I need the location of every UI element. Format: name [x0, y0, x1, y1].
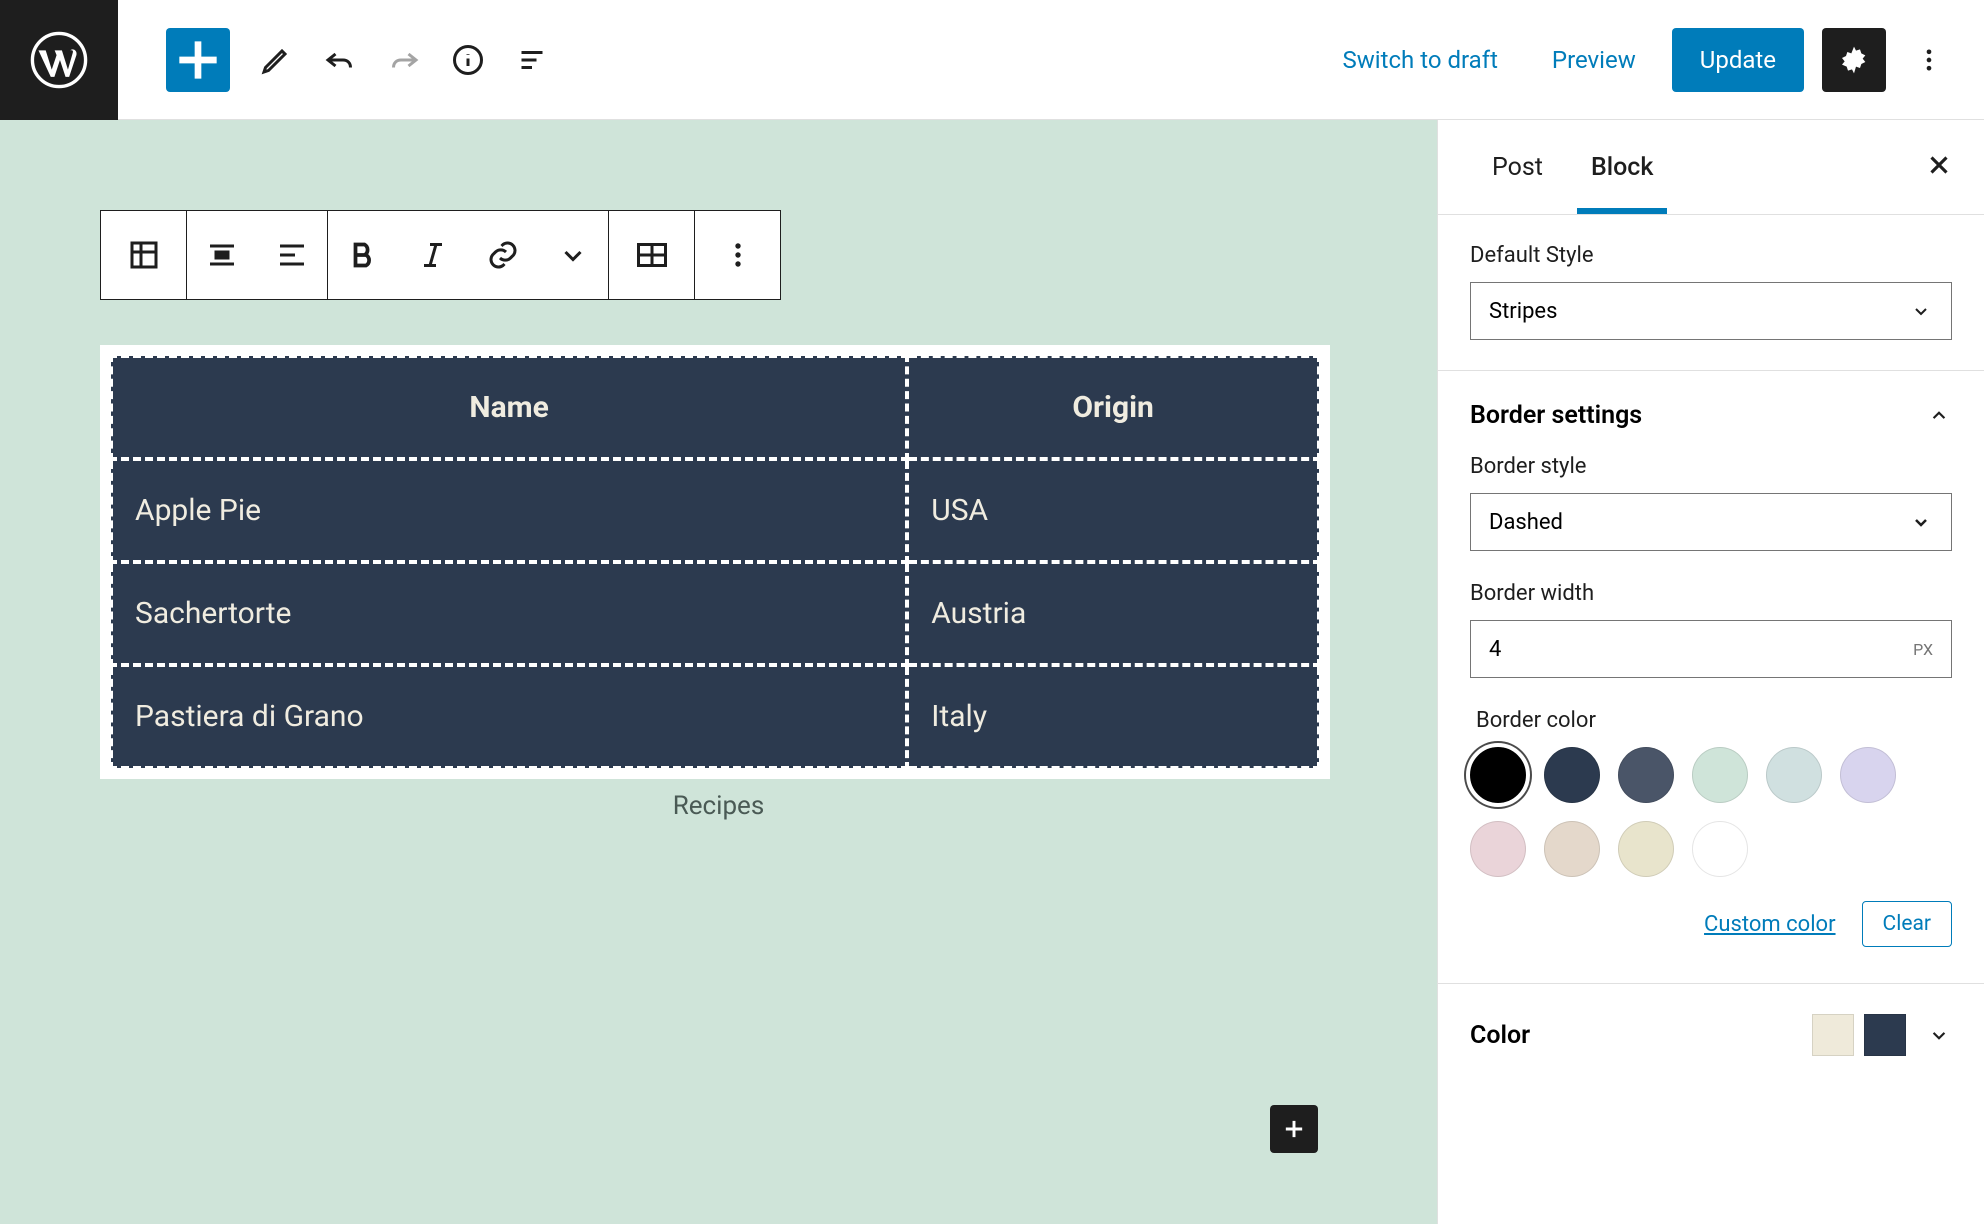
- add-block-button[interactable]: [166, 28, 230, 92]
- list-icon: [514, 42, 550, 78]
- section-title: Border settings: [1470, 401, 1642, 430]
- table-cell[interactable]: USA: [907, 459, 1319, 562]
- color-swatch[interactable]: [1692, 747, 1748, 803]
- link-icon: [485, 237, 521, 273]
- select-value: Stripes: [1489, 299, 1557, 324]
- text-align-button[interactable]: [257, 211, 327, 299]
- block-toolbar: [100, 210, 781, 300]
- chevron-up-icon: [1926, 403, 1952, 429]
- sidebar-tabs: Post Block: [1438, 120, 1984, 215]
- color-swatch[interactable]: [1544, 747, 1600, 803]
- pencil-icon: [258, 42, 294, 78]
- bold-icon: [345, 237, 381, 273]
- border-style-select[interactable]: Dashed: [1470, 493, 1952, 551]
- table-header[interactable]: Name: [111, 356, 907, 459]
- top-left-toolbar: [166, 28, 550, 92]
- table-cell[interactable]: Italy: [907, 665, 1319, 768]
- top-bar: Switch to draft Preview Update: [0, 0, 1984, 120]
- border-color-label: Border color: [1476, 708, 1952, 733]
- undo-icon: [322, 42, 358, 78]
- plus-icon: [166, 28, 230, 92]
- text-align-icon: [274, 237, 310, 273]
- update-button[interactable]: Update: [1672, 28, 1804, 92]
- italic-button[interactable]: [398, 211, 468, 299]
- editor-canvas[interactable]: Table Block: [0, 120, 1437, 1224]
- block-type-button[interactable]: [101, 211, 186, 299]
- italic-icon: [415, 237, 451, 273]
- color-swatch[interactable]: [1544, 821, 1600, 877]
- custom-color-link[interactable]: Custom color: [1704, 912, 1836, 937]
- align-button[interactable]: [187, 211, 257, 299]
- align-icon: [204, 237, 240, 273]
- section-title: Color: [1470, 1021, 1530, 1050]
- top-right-actions: Switch to draft Preview Update: [1325, 28, 1984, 92]
- outline-button[interactable]: [514, 42, 550, 78]
- input-unit: PX: [1913, 640, 1933, 659]
- block-more-button[interactable]: [695, 211, 780, 299]
- close-sidebar-button[interactable]: [1924, 150, 1954, 184]
- color-palette: [1470, 747, 1952, 877]
- chevron-down-icon: [1909, 299, 1933, 323]
- table-row: Pastiera di Grano Italy: [111, 665, 1319, 768]
- add-block-after-button[interactable]: [1270, 1105, 1318, 1153]
- tab-block[interactable]: Block: [1567, 123, 1677, 212]
- redo-icon: [386, 42, 422, 78]
- border-style-label: Border style: [1470, 454, 1952, 479]
- input-value: 4: [1489, 637, 1501, 662]
- border-width-input[interactable]: 4 PX: [1470, 620, 1952, 678]
- wordpress-logo[interactable]: [0, 0, 118, 120]
- switch-to-draft-button[interactable]: Switch to draft: [1325, 32, 1516, 88]
- border-settings-header[interactable]: Border settings: [1470, 371, 1952, 454]
- table-cell[interactable]: Apple Pie: [111, 459, 907, 562]
- table-cell[interactable]: Austria: [907, 562, 1319, 665]
- chevron-down-icon: [555, 237, 591, 273]
- select-value: Dashed: [1489, 510, 1563, 535]
- link-button[interactable]: [468, 211, 538, 299]
- color-swatch[interactable]: [1840, 747, 1896, 803]
- settings-sidebar: Post Block Default Style Stripes Border …: [1437, 120, 1984, 1224]
- border-width-label: Border width: [1470, 581, 1952, 606]
- more-vertical-icon: [720, 237, 756, 273]
- chevron-down-icon: [1909, 510, 1933, 534]
- color-swatch[interactable]: [1766, 747, 1822, 803]
- bold-button[interactable]: [328, 211, 398, 299]
- settings-button[interactable]: [1822, 28, 1886, 92]
- default-style-select[interactable]: Stripes: [1470, 282, 1952, 340]
- color-preview-swatch: [1864, 1014, 1906, 1056]
- color-swatch[interactable]: [1618, 821, 1674, 877]
- info-button[interactable]: [450, 42, 486, 78]
- color-preview-swatch: [1812, 1014, 1854, 1056]
- tab-post[interactable]: Post: [1468, 123, 1567, 212]
- color-section-header[interactable]: Color: [1470, 984, 1952, 1056]
- clear-color-button[interactable]: Clear: [1862, 901, 1952, 947]
- table-cell[interactable]: Pastiera di Grano: [111, 665, 907, 768]
- table-edit-icon: [634, 237, 670, 273]
- preview-button[interactable]: Preview: [1534, 32, 1654, 88]
- table-caption[interactable]: Recipes: [100, 791, 1337, 821]
- chevron-down-icon: [1926, 1022, 1952, 1048]
- edit-tool-button[interactable]: [258, 42, 294, 78]
- redo-button[interactable]: [386, 42, 422, 78]
- plus-icon: [1280, 1115, 1308, 1143]
- color-swatch[interactable]: [1470, 821, 1526, 877]
- more-vertical-icon: [1915, 46, 1943, 74]
- info-icon: [450, 42, 486, 78]
- table-row: Sachertorte Austria: [111, 562, 1319, 665]
- wordpress-icon: [30, 31, 88, 89]
- table-header[interactable]: Origin: [907, 356, 1319, 459]
- table-edit-button[interactable]: [609, 211, 694, 299]
- close-icon: [1924, 150, 1954, 180]
- table-block[interactable]: Name Origin Apple Pie USA Sachertorte Au…: [100, 345, 1330, 779]
- more-button[interactable]: [1904, 28, 1954, 92]
- color-swatch[interactable]: [1618, 747, 1674, 803]
- color-swatch[interactable]: [1692, 821, 1748, 877]
- gear-icon: [1838, 44, 1870, 76]
- color-swatch[interactable]: [1470, 747, 1526, 803]
- undo-button[interactable]: [322, 42, 358, 78]
- default-style-label: Default Style: [1470, 243, 1952, 268]
- table-row: Apple Pie USA: [111, 459, 1319, 562]
- table-icon: [126, 237, 162, 273]
- table-cell[interactable]: Sachertorte: [111, 562, 907, 665]
- more-formatting-button[interactable]: [538, 211, 608, 299]
